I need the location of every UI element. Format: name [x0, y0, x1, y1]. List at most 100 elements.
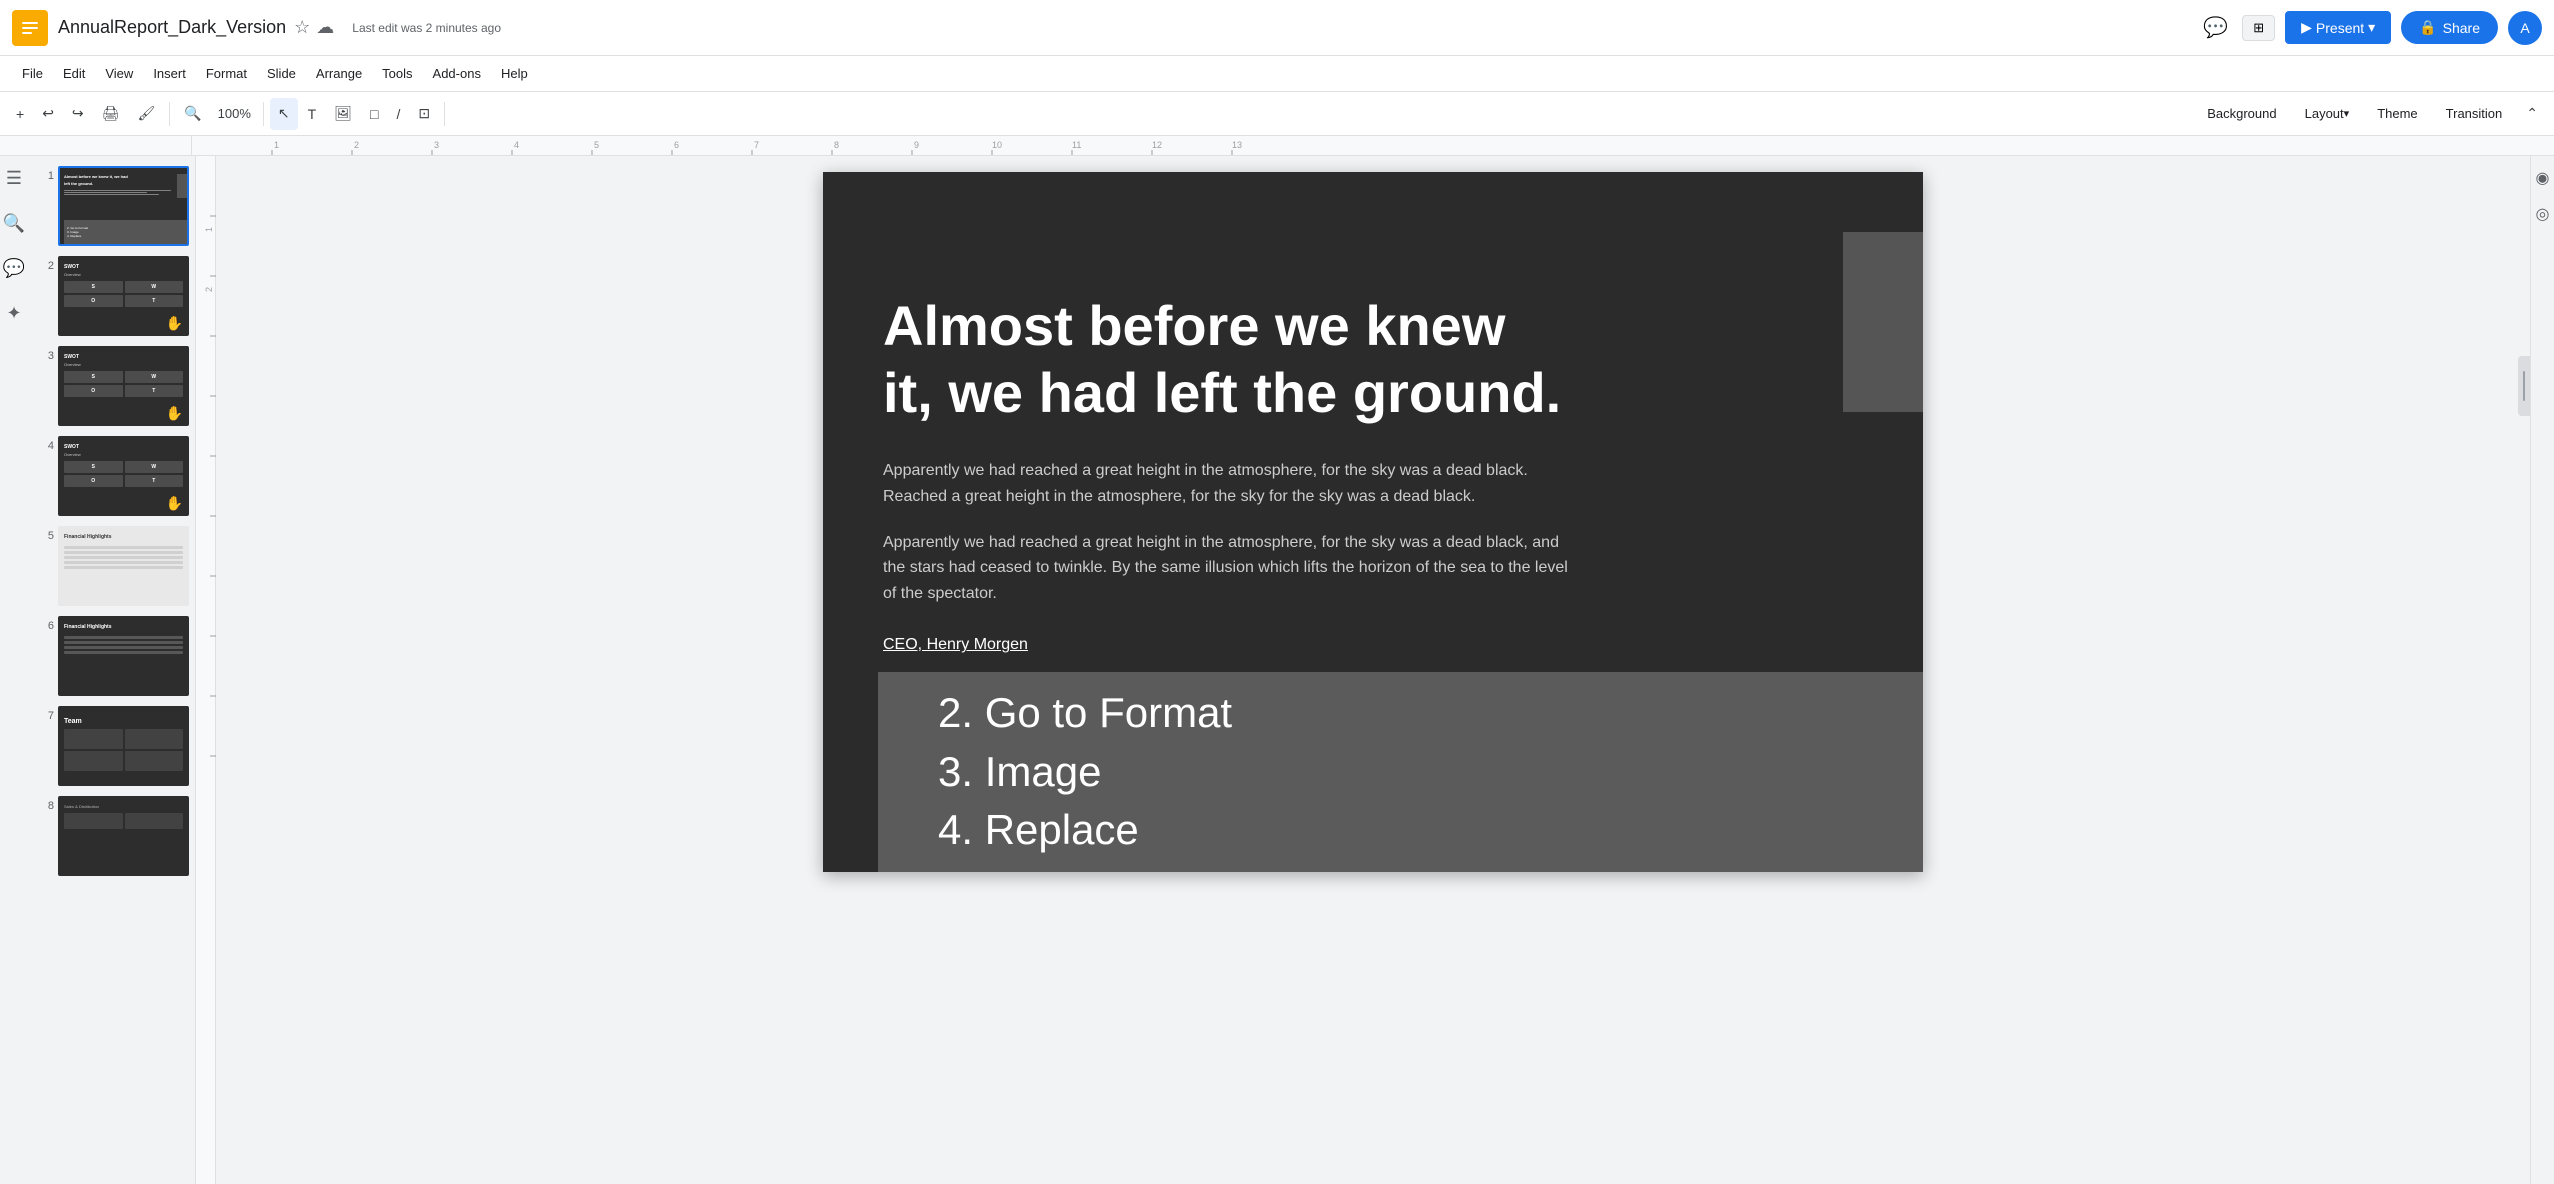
app-icon[interactable]: [12, 10, 48, 46]
toolbar: + ↩ ↪ 🖨 🖌 🔍 100% ↖ T 🖼 □ / ⊡ Background …: [0, 92, 2554, 136]
format-paint-button[interactable]: 🖌: [129, 98, 163, 130]
user-avatar[interactable]: A: [2508, 11, 2542, 45]
main-layout: ☰ 🔍 💬 ✦ 1 Almost before we knew it, we h…: [0, 156, 2554, 1184]
slide-item-4[interactable]: 4 SWOT Overview S W O T ✋: [32, 434, 191, 518]
slide-item-3[interactable]: 3 SWOT Overview S W O T ✋: [32, 344, 191, 428]
select-tool[interactable]: ↖: [270, 98, 298, 130]
toolbar-right-tabs: Background Layout ▾ Theme Transition ⌃: [2195, 98, 2546, 130]
main-slide[interactable]: Almost before we knew it, we had left th…: [823, 172, 1923, 872]
slide-thumb-1[interactable]: Almost before we knew it, we had left th…: [58, 166, 189, 246]
slide-body-paragraph-1: Apparently we had reached a great height…: [883, 458, 1583, 509]
undo-button[interactable]: ↩: [34, 98, 62, 130]
horizontal-ruler: 1 2 3 4 5 6 7 8 9 10 11 12 13: [192, 136, 2554, 156]
slide-number-6: 6: [34, 616, 54, 632]
divider-3: [444, 102, 445, 126]
menu-insert[interactable]: Insert: [143, 62, 196, 85]
slide-thumb-7[interactable]: Team: [58, 706, 189, 786]
slide-number-8: 8: [34, 796, 54, 812]
star-icon[interactable]: ☆: [294, 17, 310, 38]
background-tab[interactable]: Background: [2195, 99, 2288, 129]
redo-button[interactable]: ↪: [64, 98, 92, 130]
menu-file[interactable]: File: [12, 62, 53, 85]
slide-thumb-2[interactable]: SWOT Overview S W O T ✋: [58, 256, 189, 336]
menu-arrange[interactable]: Arrange: [306, 62, 372, 85]
slide-thumb-8[interactable]: Sales & Distribution: [58, 796, 189, 876]
insert-text-button[interactable]: T: [300, 98, 325, 130]
menu-view[interactable]: View: [95, 62, 143, 85]
slide-number-3: 3: [34, 346, 54, 362]
theme-tab[interactable]: Theme: [2365, 99, 2429, 129]
slide-item-1[interactable]: 1 Almost before we knew it, we had left …: [32, 164, 191, 248]
canvas-area: 1 2 Almost before we knew: [196, 156, 2530, 1184]
comments-icon[interactable]: 💬: [2199, 11, 2232, 44]
top-right-actions: 💬 ⊞ ▶ Present ▾ 🔒 Share A: [2199, 11, 2542, 45]
svg-text:9: 9: [914, 140, 919, 150]
slide-body-paragraph-2: Apparently we had reached a great height…: [883, 530, 1583, 607]
slide-ceo-credit[interactable]: CEO, Henry Morgen: [883, 636, 1863, 654]
svg-text:5: 5: [594, 140, 599, 150]
search-icon[interactable]: 🔍: [0, 209, 29, 238]
layout-tab[interactable]: Layout ▾: [2293, 99, 2362, 129]
slide-thumb-4[interactable]: SWOT Overview S W O T ✋: [58, 436, 189, 516]
menu-tools[interactable]: Tools: [372, 62, 422, 85]
lock-icon: 🔒: [2419, 19, 2436, 36]
slide-number-1: 1: [34, 166, 54, 182]
collapse-toolbar-button[interactable]: ⌃: [2518, 98, 2546, 130]
right-resize-handle[interactable]: [2518, 356, 2530, 416]
present-icon: ▶: [2301, 19, 2312, 36]
slides-panel: 1 Almost before we knew it, we had left …: [28, 156, 196, 1184]
svg-text:13: 13: [1232, 140, 1242, 150]
slide-number-2: 2: [34, 256, 54, 272]
overlay-line-3: 4. Replace: [938, 801, 1923, 860]
insert-line-button[interactable]: /: [388, 98, 408, 130]
slide-item-8[interactable]: 8 Sales & Distribution: [32, 794, 191, 878]
comments-sidebar-icon[interactable]: 💬: [0, 254, 29, 283]
slide-item-5[interactable]: 5 Financial Highlights: [32, 524, 191, 608]
left-sidebar-icons: ☰ 🔍 💬 ✦: [0, 156, 28, 1184]
share-button[interactable]: 🔒 Share: [2401, 11, 2498, 44]
print-button[interactable]: 🖨: [94, 98, 128, 130]
svg-text:10: 10: [992, 140, 1002, 150]
overlay-line-1: 2. Go to Format: [938, 684, 1923, 743]
zoom-display[interactable]: 100%: [212, 98, 257, 130]
svg-text:12: 12: [1152, 140, 1162, 150]
svg-text:6: 6: [674, 140, 679, 150]
vertical-ruler: 1 2: [196, 156, 216, 1184]
slide-item-2[interactable]: 2 SWOT Overview S W O T ✋: [32, 254, 191, 338]
menu-format[interactable]: Format: [196, 62, 257, 85]
zoom-out-button[interactable]: 🔍: [176, 98, 209, 130]
svg-text:2: 2: [204, 287, 214, 292]
ruler-area: 1 2 3 4 5 6 7 8 9 10 11 12 13: [0, 136, 2554, 156]
top-bar: AnnualReport_Dark_Version ☆ ☁ Last edit …: [0, 0, 2554, 56]
insert-frame-button[interactable]: ⊡: [410, 98, 438, 130]
slide-number-7: 7: [34, 706, 54, 722]
slide-item-6[interactable]: 6 Financial Highlights: [32, 614, 191, 698]
transition-tab[interactable]: Transition: [2434, 99, 2515, 129]
cloud-sync-icon[interactable]: ☁: [316, 17, 334, 38]
layout-dropdown-arrow: ▾: [2344, 107, 2350, 120]
ruler-corner: [0, 136, 192, 155]
slide-thumb-5[interactable]: Financial Highlights: [58, 526, 189, 606]
menu-slide[interactable]: Slide: [257, 62, 306, 85]
slide-content-area: Almost before we knew it, we had left th…: [823, 172, 1923, 714]
right-panel-icon-1[interactable]: ◉: [2532, 164, 2554, 192]
right-panel-icon-2[interactable]: ◎: [2532, 200, 2554, 228]
menu-help[interactable]: Help: [491, 62, 538, 85]
slide-thumb-3[interactable]: SWOT Overview S W O T ✋: [58, 346, 189, 426]
slide-item-7[interactable]: 7 Team: [32, 704, 191, 788]
animations-icon[interactable]: ✦: [2, 299, 25, 328]
last-edit-label: Last edit was 2 minutes ago: [352, 21, 501, 35]
svg-text:4: 4: [514, 140, 519, 150]
insert-shape-button[interactable]: □: [362, 98, 386, 130]
slide-headline: Almost before we knew it, we had left th…: [883, 292, 1563, 426]
slideshow-btn[interactable]: ⊞: [2242, 15, 2275, 41]
menu-addons[interactable]: Add-ons: [423, 62, 491, 85]
present-dropdown-arrow[interactable]: ▾: [2368, 19, 2375, 36]
menu-edit[interactable]: Edit: [53, 62, 95, 85]
slide-thumb-6[interactable]: Financial Highlights: [58, 616, 189, 696]
slides-panel-icon[interactable]: ☰: [2, 164, 26, 193]
insert-image-button[interactable]: 🖼: [326, 98, 360, 130]
divider-1: [169, 102, 170, 126]
present-button[interactable]: ▶ Present ▾: [2285, 11, 2391, 44]
new-slide-button[interactable]: +: [8, 98, 32, 130]
